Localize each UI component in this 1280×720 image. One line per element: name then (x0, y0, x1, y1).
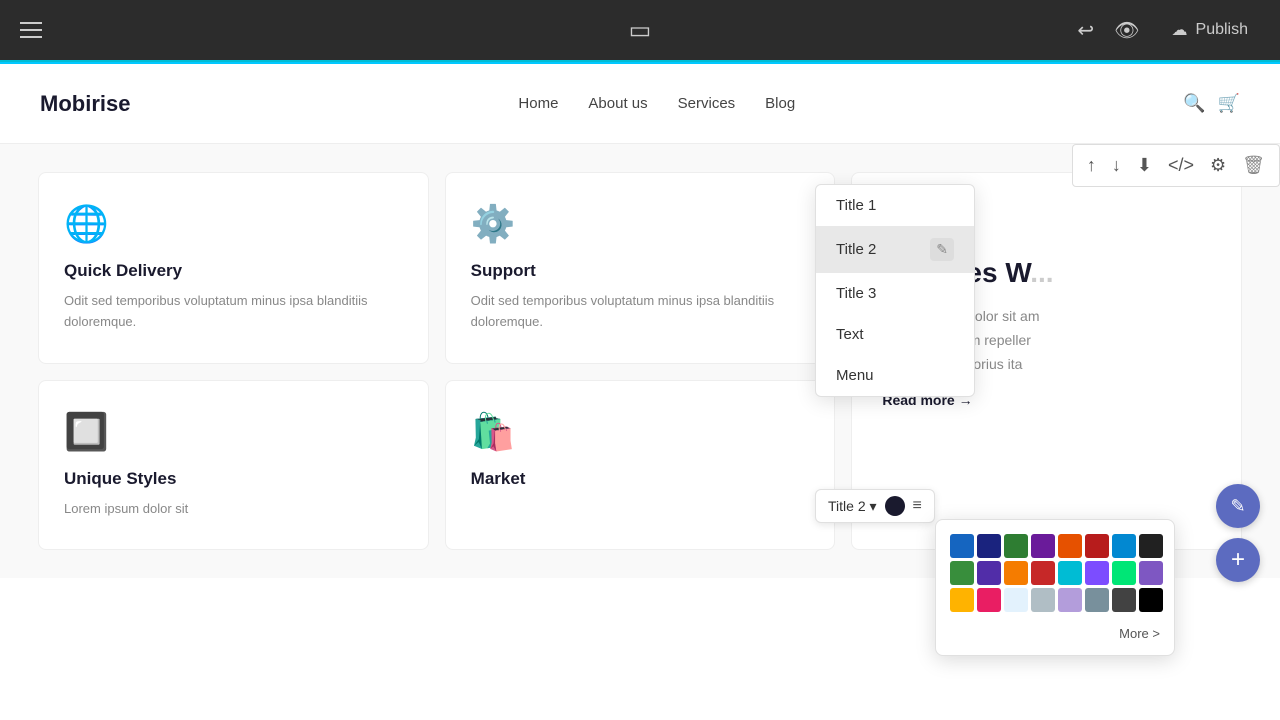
publish-button[interactable]: ☁ Publish (1160, 14, 1260, 46)
top-bar-right: ↩ 👁 ☁ Publish (1077, 14, 1260, 46)
dropdown-title2[interactable]: Title 2 ✎ (816, 226, 974, 273)
float-add-button[interactable]: + (1216, 538, 1260, 582)
dropdown-text-label: Text (836, 326, 864, 343)
color-swatch-darkblue[interactable] (977, 534, 1001, 558)
color-swatch-steel[interactable] (1085, 588, 1109, 612)
more-colors-link[interactable]: More > (950, 622, 1160, 641)
gear-icon: ⚙️ (471, 203, 810, 245)
card-text-unique-styles: Lorem ipsum dolor sit (64, 499, 403, 520)
move-down-icon[interactable]: ↓ (1108, 151, 1125, 180)
float-edit-button[interactable]: ✎ (1216, 484, 1260, 528)
top-bar-left (20, 22, 42, 38)
hamburger-menu[interactable] (20, 22, 42, 38)
pencil-icon: ✎ (1230, 496, 1245, 517)
text-style-dropdown: Title 1 Title 2 ✎ Title 3 Text Menu (815, 184, 975, 397)
site-nav: Mobirise Home About us Services Blog 🔍 🛒 (0, 64, 1280, 144)
globe-icon: 🌐 (64, 203, 403, 245)
site-nav-right: 🔍 🛒 (1183, 93, 1240, 114)
card-title-quick-delivery: Quick Delivery (64, 261, 403, 281)
download-icon[interactable]: ⬇ (1133, 151, 1156, 180)
cart-icon[interactable]: 🛒 (1218, 93, 1240, 114)
card-title-unique-styles: Unique Styles (64, 469, 403, 489)
dropdown-title1[interactable]: Title 1 (816, 185, 974, 226)
publish-label: Publish (1196, 21, 1248, 39)
plus-icon: + (1231, 546, 1245, 574)
color-swatch-medgreen[interactable] (950, 561, 974, 585)
move-up-icon[interactable]: ↑ (1083, 151, 1100, 180)
block-toolbar: ↑ ↓ ⬇ </> ⚙ 🗑 (1072, 144, 1280, 187)
card-title-support: Support (471, 261, 810, 281)
card-text-quick-delivery: Odit sed temporibus voluptatum minus ips… (64, 291, 403, 333)
color-swatch-lightblue[interactable] (1112, 534, 1136, 558)
settings-icon[interactable]: ⚙ (1206, 151, 1230, 180)
color-swatch-charcoal[interactable] (1112, 588, 1136, 612)
color-swatch-green[interactable] (1004, 534, 1028, 558)
color-swatch-medviolet[interactable] (1139, 561, 1163, 585)
color-swatch-blue[interactable] (950, 534, 974, 558)
dropdown-title1-label: Title 1 (836, 197, 876, 214)
card-quick-delivery: 🌐 Quick Delivery Odit sed temporibus vol… (38, 172, 429, 364)
website-preview: Mobirise Home About us Services Blog 🔍 🛒… (0, 64, 1280, 720)
format-label[interactable]: Title 2 ▾ (828, 498, 877, 515)
top-bar-center: ▭ (629, 16, 652, 45)
color-swatch-purple[interactable] (1031, 534, 1055, 558)
color-swatch-cyan[interactable] (1058, 561, 1082, 585)
preview-icon[interactable]: 👁 (1114, 18, 1139, 43)
nav-home[interactable]: Home (518, 95, 558, 112)
site-nav-links: Home About us Services Blog (518, 95, 795, 112)
card-market: 🛍️ Market (445, 380, 836, 551)
style-icon: 🔲 (64, 411, 403, 453)
card-title-market: Market (471, 469, 810, 489)
color-swatch-black[interactable] (1139, 588, 1163, 612)
bag-icon: 🛍️ (471, 411, 810, 453)
color-swatch-palblue[interactable] (1004, 588, 1028, 612)
align-icon[interactable]: ≡ (913, 497, 922, 515)
top-bar: ▭ ↩ 👁 ☁ Publish (0, 0, 1280, 60)
color-swatch-deepviolet[interactable] (977, 561, 1001, 585)
color-swatch-amber[interactable] (1004, 561, 1028, 585)
color-picker-trigger[interactable] (885, 496, 905, 516)
dropdown-title3-label: Title 3 (836, 285, 876, 302)
color-swatch-lime[interactable] (1112, 561, 1136, 585)
dropdown-title2-label: Title 2 (836, 241, 876, 258)
upload-icon: ☁ (1172, 20, 1188, 40)
color-swatch-red[interactable] (1085, 534, 1109, 558)
code-icon[interactable]: </> (1164, 151, 1198, 180)
color-swatch-lightviolet[interactable] (1058, 588, 1082, 612)
dropdown-menu-item[interactable]: Menu (816, 355, 974, 396)
card-support: ⚙️ Support Odit sed temporibus voluptatu… (445, 172, 836, 364)
color-swatch-orange[interactable] (1058, 534, 1082, 558)
card-text-support: Odit sed temporibus voluptatum minus ips… (471, 291, 810, 333)
nav-services[interactable]: Services (678, 95, 736, 112)
color-picker: More > (935, 519, 1175, 656)
color-swatch-darkgray[interactable] (1139, 534, 1163, 558)
nav-about[interactable]: About us (588, 95, 647, 112)
delete-icon[interactable]: 🗑 (1238, 151, 1269, 180)
color-swatch-darkred[interactable] (1031, 561, 1055, 585)
nav-blog[interactable]: Blog (765, 95, 795, 112)
color-swatch-pink[interactable] (977, 588, 1001, 612)
dropdown-menu-label: Menu (836, 367, 874, 384)
content-grid: 🌐 Quick Delivery Odit sed temporibus vol… (0, 144, 1280, 578)
color-grid (950, 534, 1160, 612)
format-toolbar: Title 2 ▾ ≡ (815, 489, 935, 523)
dropdown-title3[interactable]: Title 3 (816, 273, 974, 314)
color-swatch-bluegray[interactable] (1031, 588, 1055, 612)
color-swatch-violet[interactable] (1085, 561, 1109, 585)
card-unique-styles: 🔲 Unique Styles Lorem ipsum dolor sit (38, 380, 429, 551)
color-swatch-yellow[interactable] (950, 588, 974, 612)
more-colors-label: More > (1119, 626, 1160, 641)
site-logo: Mobirise (40, 91, 130, 117)
dropdown-text[interactable]: Text (816, 314, 974, 355)
undo-icon[interactable]: ↩ (1077, 18, 1094, 43)
search-icon[interactable]: 🔍 (1183, 93, 1205, 114)
mobile-preview-icon[interactable]: ▭ (629, 17, 652, 44)
edit-icon[interactable]: ✎ (930, 238, 954, 261)
page-area: Mobirise Home About us Services Blog 🔍 🛒… (0, 64, 1280, 720)
